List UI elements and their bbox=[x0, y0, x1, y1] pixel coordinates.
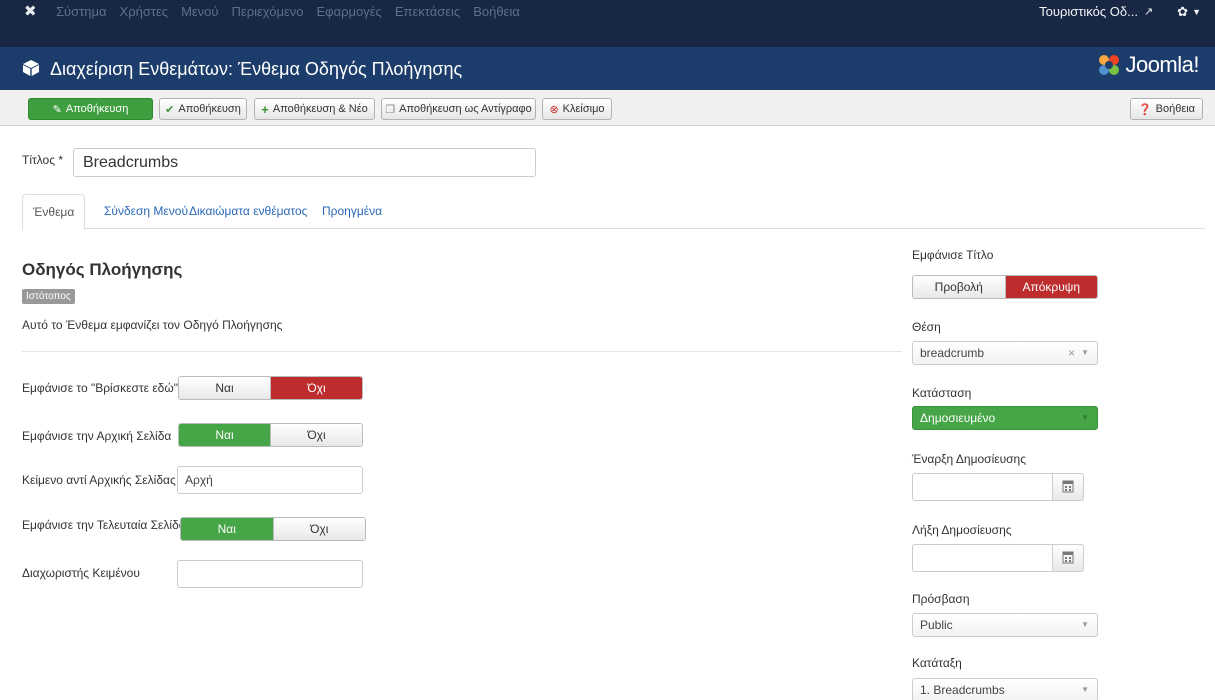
menu-item-extensions[interactable]: Επεκτάσεις bbox=[395, 4, 460, 20]
close-button[interactable]: ⊗ Κλείσιμο bbox=[542, 98, 612, 120]
calendar-button[interactable] bbox=[1052, 544, 1084, 572]
status-select[interactable]: Δημοσιευμένο ▼ bbox=[912, 406, 1098, 430]
ordering-label: Κατάταξη bbox=[912, 656, 962, 670]
show-title-toggle: Προβολή Απόκρυψη bbox=[912, 275, 1098, 299]
show-here-yes[interactable]: Ναι bbox=[179, 377, 270, 399]
chevron-down-icon[interactable]: ▼ bbox=[1192, 4, 1201, 20]
page-header: Διαχείριση Ενθεμάτων: Ένθεμα Οδηγός Πλοή… bbox=[0, 47, 1215, 90]
separator-input[interactable] bbox=[177, 560, 363, 588]
menu-item-menus[interactable]: Μενού bbox=[181, 4, 218, 20]
menu-item-help[interactable]: Βοήθεια bbox=[473, 4, 520, 20]
clear-icon[interactable]: × bbox=[1068, 342, 1075, 364]
close-label: Κλείσιμο bbox=[562, 103, 605, 115]
title-input[interactable]: Breadcrumbs bbox=[73, 148, 536, 177]
plus-icon: + bbox=[261, 101, 269, 117]
publish-down-field bbox=[912, 544, 1084, 572]
save-close-button[interactable]: ✔ Αποθήκευση bbox=[159, 98, 247, 120]
chevron-down-icon: ▼ bbox=[1081, 413, 1089, 422]
question-icon: ❓ bbox=[1137, 103, 1152, 116]
chevron-down-icon: ▼ bbox=[1081, 685, 1089, 694]
show-title-label: Εμφάνισε Τίτλο bbox=[912, 248, 994, 262]
publish-up-field bbox=[912, 473, 1084, 501]
show-title-hide[interactable]: Απόκρυψη bbox=[1004, 276, 1097, 298]
menu-item-users[interactable]: Χρήστες bbox=[120, 4, 169, 20]
show-home-yes[interactable]: Ναι bbox=[179, 424, 270, 446]
close-icon: ⊗ bbox=[549, 103, 559, 116]
brand-name: Joomla! bbox=[1125, 52, 1199, 77]
tab-module[interactable]: Ένθεμα bbox=[22, 194, 86, 230]
position-value: breadcrumb bbox=[920, 346, 985, 360]
publish-up-label: Έναρξη Δημοσίευσης bbox=[912, 452, 1027, 466]
tab-bar: Ένθεμα Σύνδεση Μενού Δικαιώματα ενθέματο… bbox=[22, 194, 1205, 230]
access-value: Public bbox=[920, 618, 953, 632]
chevron-down-icon: ▼ bbox=[1081, 620, 1089, 629]
site-link[interactable]: Τουριστικός Οδ... bbox=[1039, 4, 1138, 20]
save-button[interactable]: ✎ Αποθήκευση bbox=[28, 98, 153, 120]
save-new-label: Αποθήκευση & Νέο bbox=[272, 103, 368, 115]
ordering-select[interactable]: 1. Breadcrumbs ▼ bbox=[912, 678, 1098, 700]
show-last-yes[interactable]: Ναι bbox=[181, 518, 273, 540]
show-title-show[interactable]: Προβολή bbox=[913, 276, 1005, 298]
toolbar: ✎ Αποθήκευση ✔ Αποθήκευση + Αποθήκευση & Νέ… bbox=[0, 90, 1215, 126]
divider bbox=[22, 351, 902, 352]
save-new-button[interactable]: + Αποθήκευση & Νέο bbox=[254, 98, 375, 120]
joomla-brand: Joomla! bbox=[1097, 52, 1199, 78]
position-label: Θέση bbox=[912, 320, 941, 334]
save-copy-button[interactable]: ❐ Αποθήκευση ως Αντίγραφο bbox=[381, 98, 536, 120]
module-description: Αυτό το Ένθεμα εμφανίζει τον Οδηγό Πλοήγ… bbox=[22, 318, 283, 332]
status-value: Δημοσιευμένο bbox=[920, 411, 996, 425]
save-label: Αποθήκευση bbox=[65, 103, 129, 115]
save-copy-label: Αποθήκευση ως Αντίγραφο bbox=[399, 103, 532, 115]
title-label: Τίτλος * bbox=[22, 153, 64, 167]
help-label: Βοήθεια bbox=[1155, 103, 1196, 115]
cube-icon bbox=[23, 60, 39, 76]
check-icon: ✔ bbox=[165, 103, 175, 116]
position-select[interactable]: breadcrumb × ▼ bbox=[912, 341, 1098, 365]
edit-icon: ✎ bbox=[52, 103, 62, 116]
menu-item-system[interactable]: Σύστημα bbox=[56, 4, 107, 20]
ordering-value: 1. Breadcrumbs bbox=[920, 683, 1005, 697]
site-badge: Ιστότοπος bbox=[22, 289, 75, 304]
joomla-logo-icon bbox=[1099, 55, 1120, 75]
save-close-label: Αποθήκευση bbox=[178, 103, 241, 115]
access-label: Πρόσβαση bbox=[912, 592, 970, 606]
calendar-button[interactable] bbox=[1052, 473, 1084, 501]
status-label: Κατάσταση bbox=[912, 386, 972, 400]
copy-icon: ❐ bbox=[385, 103, 396, 116]
home-text-label: Κείμενο αντί Αρχικής Σελίδας bbox=[22, 473, 176, 487]
calendar-icon bbox=[1062, 480, 1074, 493]
publish-down-label: Λήξη Δημοσίευσης bbox=[912, 523, 1012, 537]
menu-item-components[interactable]: Εφαρμογές bbox=[317, 4, 382, 20]
show-last-label: Εμφάνισε την Τελευταία Σελίδα bbox=[22, 518, 186, 532]
show-here-toggle: Ναι Όχι bbox=[178, 376, 363, 400]
show-last-toggle: Ναι Όχι bbox=[180, 517, 366, 541]
chevron-down-icon: ▼ bbox=[1081, 348, 1089, 357]
show-home-toggle: Ναι Όχι bbox=[178, 423, 363, 447]
tab-advanced[interactable]: Προηγμένα bbox=[312, 194, 392, 229]
show-last-no[interactable]: Όχι bbox=[272, 518, 365, 540]
show-here-label: Εμφάνισε το "Βρίσκεστε εδώ" bbox=[22, 381, 178, 395]
top-nav-right: Τουριστικός Οδ... ↗ ✿ ▼ bbox=[1039, 4, 1201, 20]
publish-down-input[interactable] bbox=[912, 544, 1053, 572]
joomla-x-icon[interactable]: ✖ bbox=[24, 4, 40, 20]
page-title: Διαχείριση Ενθεμάτων: Ένθεμα Οδηγός Πλοή… bbox=[50, 59, 463, 79]
access-select[interactable]: Public ▼ bbox=[912, 613, 1098, 637]
show-home-no[interactable]: Όχι bbox=[270, 424, 362, 446]
show-home-label: Εμφάνισε την Αρχική Σελίδα bbox=[22, 429, 172, 443]
main-menu: Σύστημα Χρήστες Μενού Περιεχόμενο Εφαρμο… bbox=[56, 4, 533, 20]
separator-label: Διαχωριστής Κειμένου bbox=[22, 566, 140, 580]
external-link-icon[interactable]: ↗ bbox=[1144, 4, 1153, 20]
top-nav-bar: ✖ Σύστημα Χρήστες Μενού Περιεχόμενο Εφαρ… bbox=[0, 0, 1215, 47]
home-text-input[interactable]: Αρχή bbox=[177, 466, 363, 494]
calendar-icon bbox=[1062, 551, 1074, 564]
tab-module-permissions[interactable]: Δικαιώματα ενθέματος bbox=[179, 194, 317, 229]
publish-up-input[interactable] bbox=[912, 473, 1053, 501]
module-title: Οδηγός Πλοήγησης bbox=[22, 260, 183, 279]
gear-icon[interactable]: ✿ bbox=[1177, 4, 1188, 20]
show-here-no[interactable]: Όχι bbox=[270, 377, 362, 399]
help-button[interactable]: ❓ Βοήθεια bbox=[1130, 98, 1203, 120]
menu-item-content[interactable]: Περιεχόμενο bbox=[232, 4, 304, 20]
